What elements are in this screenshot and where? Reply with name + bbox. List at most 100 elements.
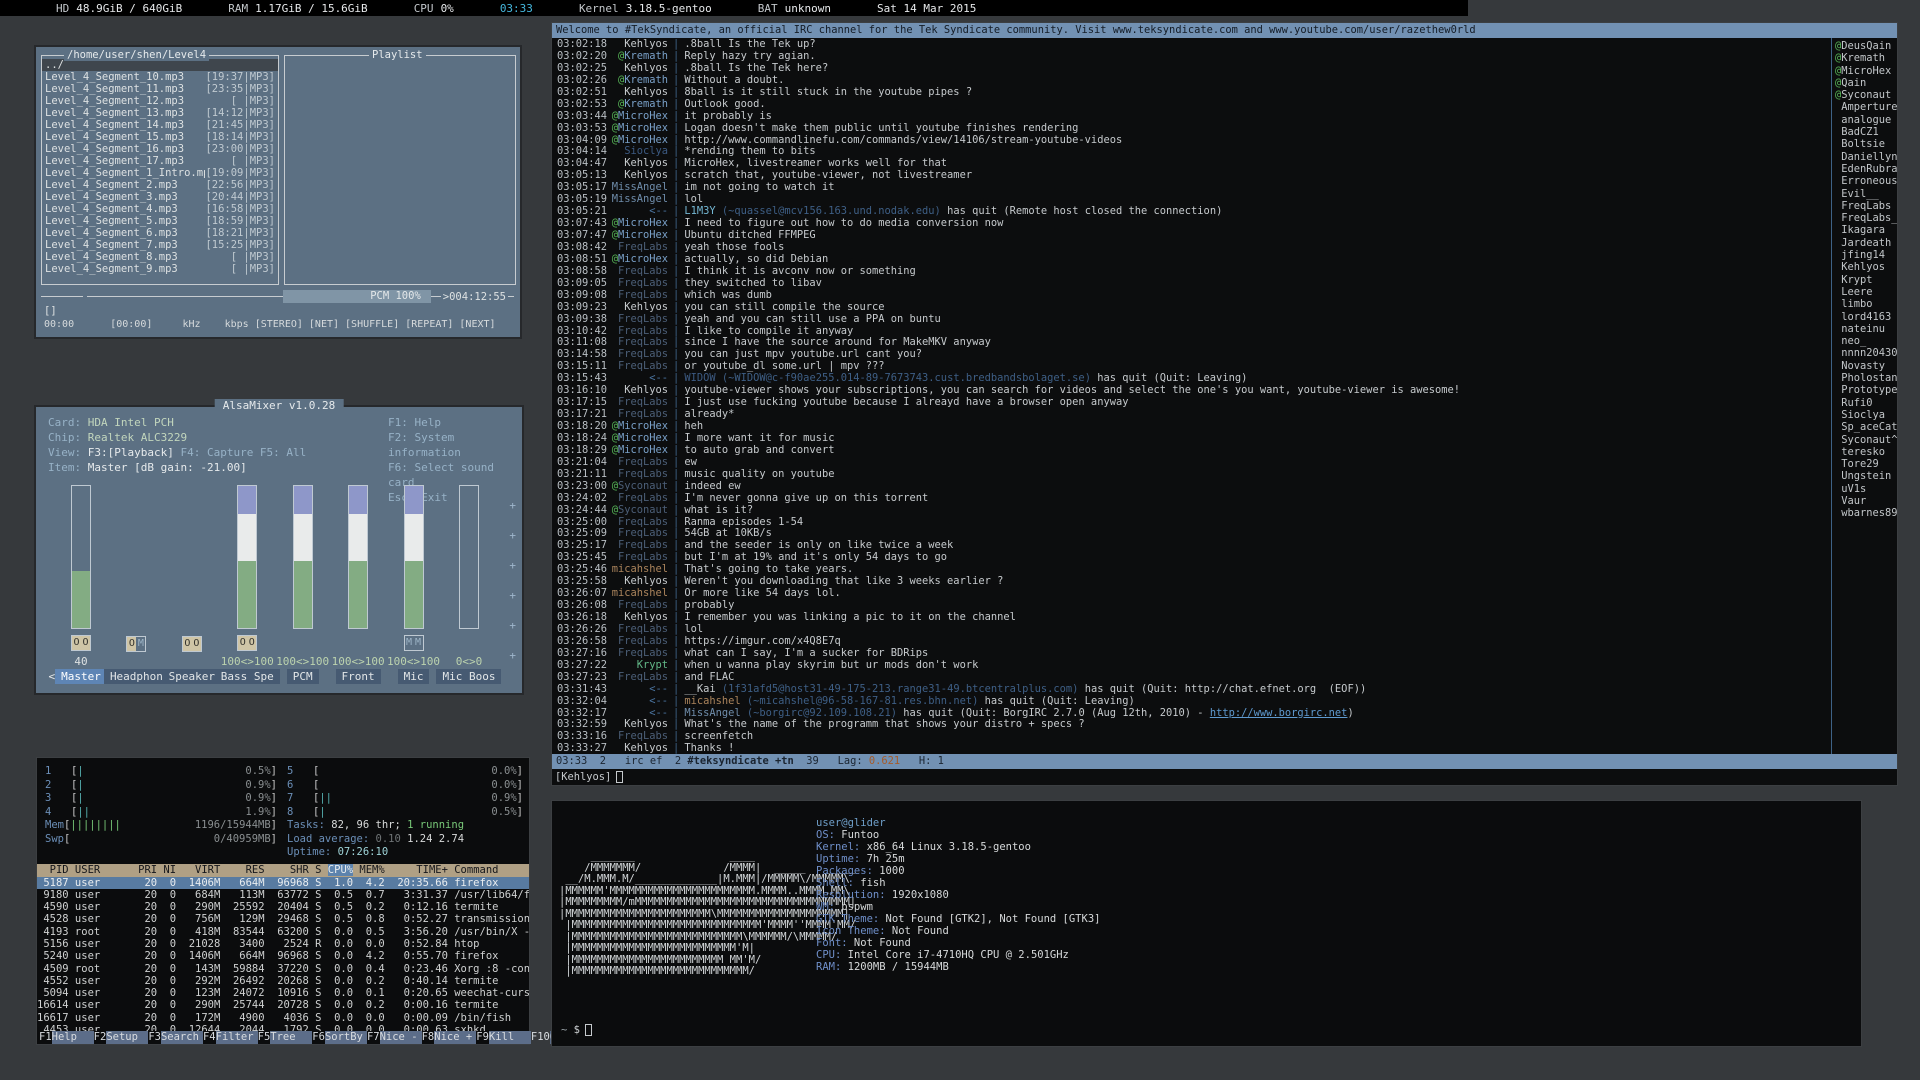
view-active[interactable]: F3:[Playback] [88,446,174,459]
nicklist-item[interactable]: @Qain [1835,77,1897,89]
irc-nick[interactable]: Syconaut [618,505,668,516]
mute-switch[interactable]: OM [126,636,146,652]
mixer-channel-mic-boos[interactable]: 0<>0Mic Boos [442,485,496,685]
file-row[interactable]: Level_4_Segment_3.mp3[20:44|MP3] [42,191,278,203]
mute-switch[interactable]: OO [71,635,91,651]
nicklist-item[interactable]: Rufi0 [1835,397,1897,409]
irc-nick[interactable]: FreqLabs [618,314,668,325]
irc-nick[interactable]: Kehlyos [624,612,668,623]
irc-nick[interactable]: FreqLabs [618,672,668,683]
fkey-filter[interactable]: F4Filter [203,1031,258,1044]
file-row[interactable]: Level_4_Segment_2.mp3[22:56|MP3] [42,179,278,191]
irc-nick[interactable]: Kehlyos [624,39,668,50]
irc-nick[interactable]: Kehlyos [624,63,668,74]
fkey-hint[interactable]: F1: Help [388,415,522,430]
irc-nick[interactable]: MicroHex [618,433,668,444]
process-row[interactable]: 5094 user 20 0 123M 24072 10916 S 0.0 0.… [37,987,529,999]
irc-nick[interactable]: MicroHex [618,254,668,265]
file-row[interactable]: Level_4_Segment_5.mp3[18:59|MP3] [42,215,278,227]
moc-playlist-panel[interactable]: Playlist [284,55,516,285]
mute-switch[interactable]: OO [182,636,202,652]
channel-label[interactable]: PCM [287,669,319,684]
channel-label[interactable]: Bass Spe [215,669,280,684]
nicklist-item[interactable]: Ungstein [1835,470,1897,482]
nicklist-item[interactable]: Daniellyn [1835,151,1897,163]
file-row[interactable]: Level_4_Segment_13.mp3[14:12|MP3] [42,107,278,119]
file-row[interactable]: Level_4_Segment_7.mp3[15:25|MP3] [42,239,278,251]
file-row[interactable]: Level_4_Segment_10.mp3[19:37|MP3] [42,71,278,83]
nicklist-item[interactable]: Ikagara [1835,224,1897,236]
process-row[interactable]: 4552 user 20 0 292M 26492 20268 S 0.0 0.… [37,975,529,987]
irc-nick[interactable]: Kehlyos [624,87,668,98]
nicklist-item[interactable]: Sioclya [1835,409,1897,421]
nicklist-item[interactable]: @MicroHex [1835,65,1897,77]
fkey-help[interactable]: F1Help [39,1031,94,1044]
volume-bar[interactable] [459,485,479,629]
nicklist-item[interactable]: Erroneous [1835,175,1897,187]
irc-nick[interactable]: FreqLabs [618,528,668,539]
irc-nick[interactable]: Syconaut [618,481,668,492]
volume-bar[interactable] [348,485,368,629]
view-options[interactable]: F4: Capture F5: All [174,446,306,459]
irc-nick[interactable]: FreqLabs [618,731,668,742]
irc-nick[interactable]: Kehlyos [624,576,668,587]
moc-file-list[interactable]: ../Level_4_Segment_10.mp3[19:37|MP3]Leve… [42,56,278,275]
irc-nick[interactable]: Kremath [624,99,668,110]
irc-nick[interactable]: FreqLabs [618,552,668,563]
volume-bar[interactable] [293,485,313,629]
htop-window[interactable]: 1[|0.5%]2[|0.9%]3[|0.9%]4[||1.9%]Mem[|||… [36,757,530,1045]
irc-nick[interactable]: FreqLabs [618,457,668,468]
process-row[interactable]: 5156 user 20 0 21028 3400 2524 R 0.0 0.0… [37,938,529,950]
message-link[interactable]: http://www.borgirc.net [1210,708,1348,719]
process-row[interactable]: 4193 root 20 0 418M 83544 63200 S 0.0 0.… [37,926,529,938]
irc-nick[interactable]: MicroHex [618,445,668,456]
htop-function-keys[interactable]: F1HelpF2SetupF3SearchF4FilterF5TreeF6Sor… [37,1031,529,1044]
process-row[interactable]: 16614 user 20 0 290M 25744 20728 S 0.0 0… [37,999,529,1011]
process-row[interactable]: 4453 user 20 0 12644 2044 1792 S 0.0 0.0… [37,1024,529,1031]
nicklist-item[interactable]: Boltsie [1835,138,1897,150]
irc-nick[interactable]: MicroHex [618,123,668,134]
nicklist-item[interactable]: Kehlyos [1835,261,1897,273]
mixer-channel-headphon[interactable]: OMHeadphon [109,485,163,685]
volume-bar[interactable] [71,485,91,629]
channel-label[interactable]: Mic [398,669,430,684]
process-row[interactable]: 9180 user 20 0 684M 113M 63772 S 0.5 0.7… [37,889,529,901]
nicklist-item[interactable]: Tore29 [1835,458,1897,470]
irc-nick[interactable]: MicroHex [618,218,668,229]
file-row[interactable]: Level_4_Segment_6.mp3[18:21|MP3] [42,227,278,239]
mute-switch[interactable]: MM [404,635,424,651]
irc-nick[interactable]: Krypt [637,660,668,671]
nicklist-item[interactable]: neo_ [1835,335,1897,347]
file-row[interactable]: Level_4_Segment_11.mp3[23:35|MP3] [42,83,278,95]
moc-file-browser[interactable]: /home/user/shen/Level4 ../Level_4_Segmen… [41,55,279,285]
channel-label[interactable]: Speaker [163,669,221,684]
mixer-channel-front[interactable]: 100<>100Front [331,485,385,685]
irc-nick[interactable]: FreqLabs [618,397,668,408]
mixer-channel-speaker[interactable]: OO Speaker [165,485,219,685]
nicklist-item[interactable]: EdenRubra [1835,163,1897,175]
file-row[interactable]: Level_4_Segment_4.mp3[16:58|MP3] [42,203,278,215]
irc-nick[interactable]: FreqLabs [618,493,668,504]
nicklist-item[interactable]: uV1s [1835,483,1897,495]
nicklist-item[interactable]: @Syconaut [1835,89,1897,101]
irc-nick[interactable]: FreqLabs [618,648,668,659]
irc-nick[interactable]: FreqLabs [618,540,668,551]
irc-nick[interactable]: FreqLabs [618,517,668,528]
nicklist-item[interactable]: Vaur [1835,495,1897,507]
nicklist-item[interactable]: nnnn20430 [1835,347,1897,359]
channel-label[interactable]: Front [336,669,381,684]
nicklist-item[interactable]: Amperture [1835,101,1897,113]
file-row[interactable]: Level_4_Segment_12.mp3[ |MP3] [42,95,278,107]
nicklist-item[interactable]: Prototype [1835,384,1897,396]
irc-nick[interactable]: FreqLabs [618,409,668,420]
irc-nick[interactable]: micahshel [612,564,668,575]
irc-nick[interactable]: MicroHex [618,111,668,122]
nicklist-item[interactable]: BadCZ1 [1835,126,1897,138]
nicklist-item[interactable]: Krypt [1835,274,1897,286]
fkey-nice+[interactable]: F8Nice + [422,1031,477,1044]
irc-nick[interactable]: Kehlyos [624,719,668,730]
screenfetch-window[interactable]: _______ ____ /MMMMMMM/ /MMMM| _____ ____… [551,800,1862,1047]
process-row[interactable]: 16617 user 20 0 172M 4900 4036 S 0.0 0.0… [37,1012,529,1024]
irc-nicklist[interactable]: @DeusQain@Kremath@MicroHex@Qain@Syconaut… [1831,38,1897,754]
irc-nick[interactable]: FreqLabs [618,337,668,348]
